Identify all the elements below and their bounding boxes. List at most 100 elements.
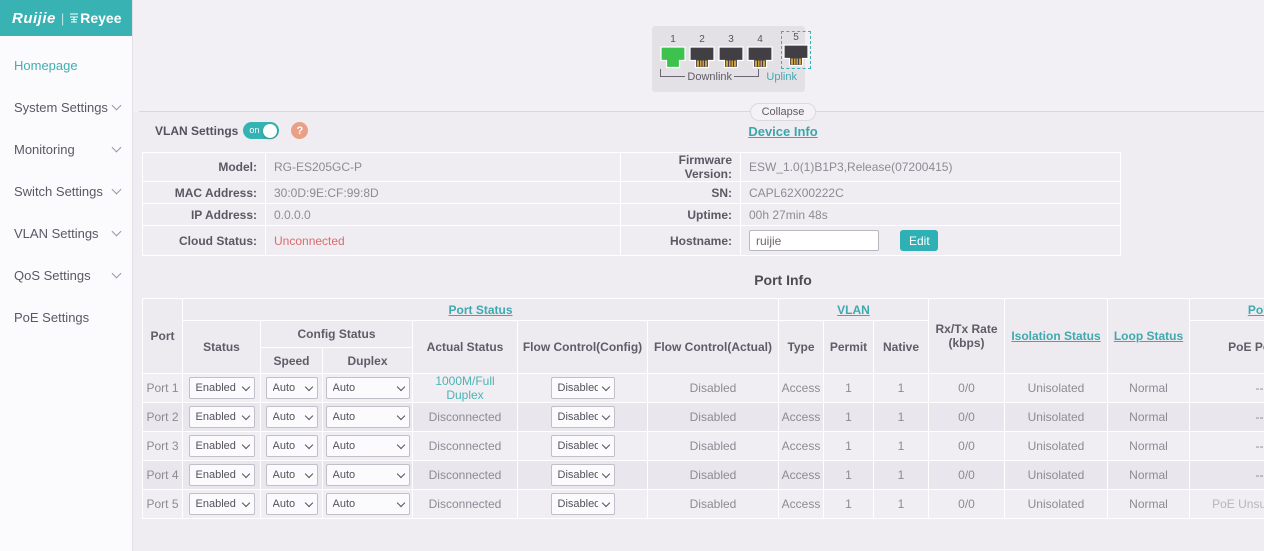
duplex-select[interactable]: Auto <box>326 435 410 457</box>
chevron-down-icon <box>112 100 122 110</box>
collapse-button[interactable]: Collapse <box>750 103 816 121</box>
port-icon[interactable]: 3 <box>718 34 744 69</box>
duplex-cell: Auto <box>323 432 413 461</box>
vlan-toggle-switch[interactable]: on <box>243 122 279 139</box>
status-cell: Enabled <box>183 374 261 403</box>
downlink-bracket: Downlink <box>660 69 759 84</box>
flow-actual-value: Disabled <box>690 439 737 453</box>
isolation-status-value: Unisolated <box>1028 468 1085 482</box>
col-rxtx-rate: Rx/Tx Rate (kbps) <box>929 299 1005 374</box>
vlan-link[interactable]: VLAN <box>837 303 870 317</box>
col-permit: Permit <box>824 321 874 374</box>
vlan-native-value: 1 <box>898 468 905 482</box>
duplex-select[interactable]: Auto <box>326 493 410 515</box>
col-isolation-status: Isolation Status <box>1005 299 1108 374</box>
sidebar-item[interactable]: PoE Settings <box>0 296 132 338</box>
col-speed: Speed <box>261 348 323 374</box>
sidebar: Ruijie | Reyee Homepage System Settings … <box>0 0 133 551</box>
poe-power-value: PoE Unsupported <box>1212 497 1264 511</box>
speed-select[interactable]: Auto <box>266 464 318 486</box>
port-icon[interactable]: 4 <box>747 34 773 69</box>
port-labels-row: Downlink Uplink <box>660 69 797 84</box>
native-cell: 1 <box>874 374 929 403</box>
status-select[interactable]: Enabled <box>189 377 255 399</box>
rxtx-rate-value: 0/0 <box>958 497 975 511</box>
flow-config-cell: Disabled <box>518 461 648 490</box>
flow-control-select[interactable]: Disabled <box>551 377 615 399</box>
speed-select[interactable]: Auto <box>266 406 318 428</box>
port-icon[interactable]: 1 <box>660 34 686 69</box>
status-select[interactable]: Enabled <box>189 406 255 428</box>
port-icon[interactable]: 5 <box>783 32 809 67</box>
reyee-logo: Reyee <box>69 10 121 26</box>
loop-cell: Normal <box>1108 461 1190 490</box>
status-cell: Enabled <box>183 490 261 519</box>
actual-status-cell: Disconnected <box>413 461 518 490</box>
poe-power-cell: -- <box>1190 374 1264 403</box>
hostname-input[interactable] <box>749 230 879 251</box>
duplex-select[interactable]: Auto <box>326 464 410 486</box>
flow-actual-cell: Disabled <box>648 403 779 432</box>
duplex-select[interactable]: Auto <box>326 377 410 399</box>
port-status-link[interactable]: Port Status <box>448 303 512 317</box>
toggle-knob <box>263 124 277 138</box>
port-row: Port 4 Enabled Auto Auto Disconnected Di… <box>143 461 1264 490</box>
status-select[interactable]: Enabled <box>189 464 255 486</box>
sidebar-item-label: Monitoring <box>14 142 113 157</box>
flow-control-select[interactable]: Disabled <box>551 435 615 457</box>
chevron-down-icon <box>112 142 122 152</box>
sidebar-item[interactable]: Homepage <box>0 44 132 86</box>
status-select[interactable]: Enabled <box>189 435 255 457</box>
port-number: 4 <box>747 34 773 45</box>
mac-value: 30:0D:9E:CF:99:8D <box>266 182 621 204</box>
port-info-table: Port Port Status VLAN Rx/Tx Rate (kbps) … <box>142 298 1264 519</box>
loop-status-link[interactable]: Loop Status <box>1114 329 1183 343</box>
isolation-status-link[interactable]: Isolation Status <box>1011 329 1100 343</box>
flow-control-select[interactable]: Disabled <box>551 406 615 428</box>
speed-select[interactable]: Auto <box>266 435 318 457</box>
port-row: Port 2 Enabled Auto Auto Disconnected Di… <box>143 403 1264 432</box>
actual-status-value: Disconnected <box>429 410 502 424</box>
loop-status-value: Normal <box>1129 410 1168 424</box>
poe-link[interactable]: PoE <box>1248 303 1264 317</box>
sidebar-item-label: System Settings <box>14 100 113 115</box>
sidebar-item[interactable]: Monitoring <box>0 128 132 170</box>
status-select[interactable]: Enabled <box>189 493 255 515</box>
vlan-type-value: Access <box>782 381 821 395</box>
type-cell: Access <box>779 374 824 403</box>
sidebar-item-label: Homepage <box>14 58 113 73</box>
flow-control-select[interactable]: Disabled <box>551 464 615 486</box>
port-row: Port 5 Enabled Auto Auto Disconnected Di… <box>143 490 1264 519</box>
loop-status-value: Normal <box>1129 468 1168 482</box>
edit-button[interactable]: Edit <box>900 230 938 251</box>
isolation-cell: Unisolated <box>1005 461 1108 490</box>
vlan-permit-value: 1 <box>845 497 852 511</box>
port-label: Port 4 <box>146 468 178 482</box>
device-info-link[interactable]: Device Info <box>748 124 817 139</box>
device-info-row: Cloud Status: Unconnected Hostname: Edit <box>143 226 1121 256</box>
speed-select[interactable]: Auto <box>266 377 318 399</box>
flow-control-select[interactable]: Disabled <box>551 493 615 515</box>
sidebar-item[interactable]: QoS Settings <box>0 254 132 296</box>
isolation-status-value: Unisolated <box>1028 381 1085 395</box>
sidebar-item[interactable]: System Settings <box>0 86 132 128</box>
port-icon[interactable]: 2 <box>689 34 715 69</box>
duplex-select[interactable]: Auto <box>326 406 410 428</box>
loop-cell: Normal <box>1108 374 1190 403</box>
port-number: 1 <box>660 34 686 45</box>
status-cell: Enabled <box>183 403 261 432</box>
speed-select[interactable]: Auto <box>266 493 318 515</box>
sidebar-item[interactable]: Switch Settings <box>0 170 132 212</box>
type-cell: Access <box>779 432 824 461</box>
sidebar-item-label: PoE Settings <box>14 310 113 325</box>
sidebar-item[interactable]: VLAN Settings <box>0 212 132 254</box>
device-info-row: MAC Address: 30:0D:9E:CF:99:8D SN: CAPL6… <box>143 182 1121 204</box>
col-loop-status: Loop Status <box>1108 299 1190 374</box>
poe-power-value: -- <box>1256 468 1264 482</box>
help-icon[interactable]: ? <box>291 122 308 139</box>
rj45-port-icon <box>747 46 773 69</box>
cloud-status-label: Cloud Status: <box>143 226 266 256</box>
port-number: 5 <box>783 32 809 43</box>
type-cell: Access <box>779 490 824 519</box>
port-number: 2 <box>689 34 715 45</box>
